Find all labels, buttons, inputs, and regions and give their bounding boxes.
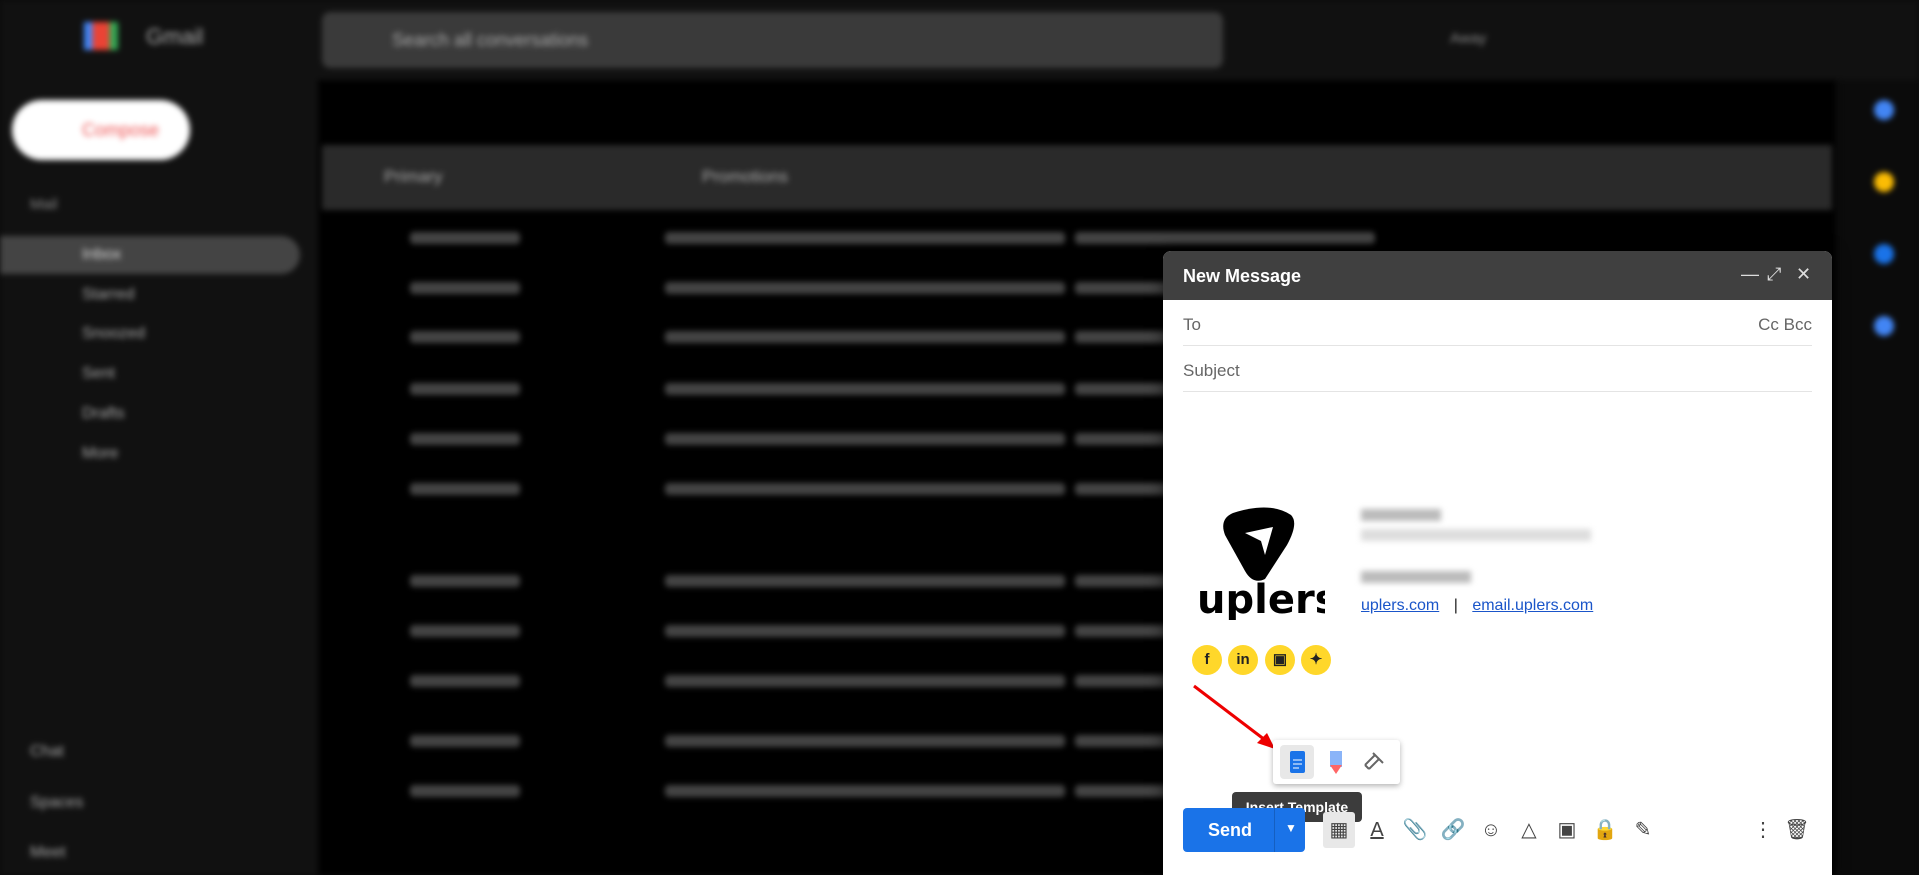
emoji-icon[interactable]: ☺ xyxy=(1477,816,1505,844)
blurred-text xyxy=(665,625,1065,637)
signature-pen-icon[interactable]: ✎ xyxy=(1629,816,1657,844)
mail-row-blurred[interactable] xyxy=(330,232,1830,244)
tab-promotions[interactable]: Promotions xyxy=(702,167,788,187)
top-bar: Gmail Search all conversations Away xyxy=(0,0,1919,80)
website-link[interactable]: uplers.com xyxy=(1361,597,1439,614)
blurred-text xyxy=(665,433,1065,445)
sidebar-item-snoozed[interactable]: Snoozed xyxy=(0,315,300,353)
blurred-text xyxy=(665,282,1065,294)
blurred-text xyxy=(410,625,520,637)
blurred-text xyxy=(410,331,520,343)
instagram-icon[interactable]: ▣ xyxy=(1265,645,1295,675)
sidebar-spaces[interactable]: Spaces xyxy=(0,784,300,822)
blurred-text xyxy=(665,675,1065,687)
minimize-icon[interactable]: — xyxy=(1741,264,1759,285)
blurred-text xyxy=(1075,232,1375,244)
tab-primary[interactable]: Primary xyxy=(384,167,443,187)
send-button[interactable]: Send ▼ xyxy=(1183,808,1305,852)
link-separator: | xyxy=(1453,597,1458,614)
signature-links: uplers.com | email.uplers.com xyxy=(1361,597,1593,615)
svg-text:uplers: uplers xyxy=(1197,577,1325,620)
red-arrow-annotation xyxy=(1193,684,1275,749)
blurred-text xyxy=(410,735,520,747)
subject-field[interactable]: Subject xyxy=(1183,346,1812,392)
send-options-chevron-icon[interactable]: ▼ xyxy=(1285,821,1297,835)
compose-title: New Message xyxy=(1183,266,1302,286)
status-indicator[interactable]: Away xyxy=(1450,30,1486,47)
facebook-icon[interactable]: f xyxy=(1192,645,1222,675)
signature-details-blurred xyxy=(1361,509,1591,583)
blurred-text xyxy=(410,785,520,797)
sidebar-item-sent[interactable]: Sent xyxy=(0,355,300,393)
compose-button[interactable]: Compose xyxy=(12,100,190,160)
blurred-text xyxy=(665,383,1065,395)
more-options-icon[interactable]: ⋮ xyxy=(1749,816,1777,844)
compose-window: New Message — ⤢ ✕ To Cc Bcc Subject upler… xyxy=(1163,251,1832,875)
uplers-logo: uplers xyxy=(1195,505,1338,625)
blurred-text xyxy=(410,433,520,445)
keep-icon[interactable] xyxy=(1874,172,1894,192)
sidebar-item-starred[interactable]: Starred xyxy=(0,276,300,314)
to-field[interactable]: To Cc Bcc xyxy=(1183,300,1812,346)
blurred-text xyxy=(410,383,520,395)
to-label: To xyxy=(1183,315,1201,334)
send-label: Send xyxy=(1208,820,1253,840)
linkedin-icon[interactable]: in xyxy=(1228,645,1258,675)
formatting-icon[interactable]: A xyxy=(1363,816,1391,844)
discard-trash-icon[interactable]: 🗑 xyxy=(1783,816,1811,844)
sidebar-item-inbox[interactable]: Inbox xyxy=(0,236,300,274)
search-input[interactable]: Search all conversations xyxy=(322,12,1223,68)
compose-header: New Message xyxy=(1163,251,1832,300)
blurred-text xyxy=(665,575,1065,587)
attach-icon[interactable]: 📎 xyxy=(1401,816,1429,844)
sidebar-item-drafts[interactable]: Drafts xyxy=(0,395,300,433)
template-tool-icon[interactable] xyxy=(1357,745,1391,779)
blurred-text xyxy=(665,735,1065,747)
gmail-logo-icon xyxy=(84,22,118,50)
blurred-text xyxy=(665,232,1065,244)
photo-icon[interactable]: ▣ xyxy=(1553,816,1581,844)
category-tabs: Primary Promotions xyxy=(322,145,1832,210)
drive-icon[interactable]: △ xyxy=(1515,816,1543,844)
blurred-text xyxy=(410,232,520,244)
apps-grid-icon[interactable]: ▦ xyxy=(1323,812,1355,848)
app-name: Gmail xyxy=(146,24,204,49)
tasks-icon[interactable] xyxy=(1874,244,1894,264)
blurred-text xyxy=(665,483,1065,495)
blurred-text xyxy=(665,331,1065,343)
email-link[interactable]: email.uplers.com xyxy=(1472,597,1593,614)
send-divider xyxy=(1274,808,1275,852)
sidebar-meet[interactable]: Meet xyxy=(0,834,300,872)
insert-template-icon[interactable] xyxy=(1280,745,1314,779)
close-icon[interactable]: ✕ xyxy=(1796,264,1811,285)
blurred-text xyxy=(410,483,520,495)
sidebar-chat[interactable]: Chat xyxy=(0,733,300,771)
contacts-icon[interactable] xyxy=(1874,316,1894,336)
side-panel xyxy=(1840,80,1919,875)
link-icon[interactable]: 🔗 xyxy=(1439,816,1467,844)
blurred-text xyxy=(410,575,520,587)
save-template-icon[interactable] xyxy=(1319,745,1353,779)
confidential-mode-icon[interactable]: 🔒 xyxy=(1591,816,1619,844)
template-popup xyxy=(1273,740,1400,784)
sidebar-item-more[interactable]: More xyxy=(0,435,300,473)
mail-section-label: Mail xyxy=(30,196,58,213)
blurred-text xyxy=(410,282,520,294)
blurred-text xyxy=(410,675,520,687)
expand-icon[interactable]: ⤢ xyxy=(1767,264,1781,285)
cc-bcc-link[interactable]: Cc Bcc xyxy=(1758,315,1812,335)
twitter-icon[interactable]: ✦ xyxy=(1301,645,1331,675)
blurred-text xyxy=(665,785,1065,797)
calendar-icon[interactable] xyxy=(1874,100,1894,120)
